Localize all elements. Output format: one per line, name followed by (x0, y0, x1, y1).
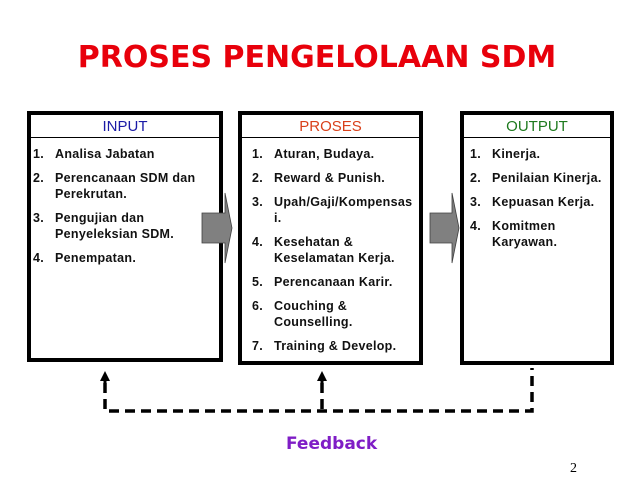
arrow-up-icon (100, 371, 110, 381)
arrow-up-stem (320, 380, 324, 384)
page-number: 2 (570, 461, 577, 476)
arrow-up-icon (317, 371, 327, 381)
block-arrow-right-icon (429, 192, 460, 264)
feedback-dashed-line (103, 368, 534, 413)
arrow-up-stem (103, 380, 107, 384)
feedback-label: Feedback (286, 434, 378, 454)
block-arrow-right-icon (201, 192, 233, 264)
flow-overlay (100, 192, 534, 413)
